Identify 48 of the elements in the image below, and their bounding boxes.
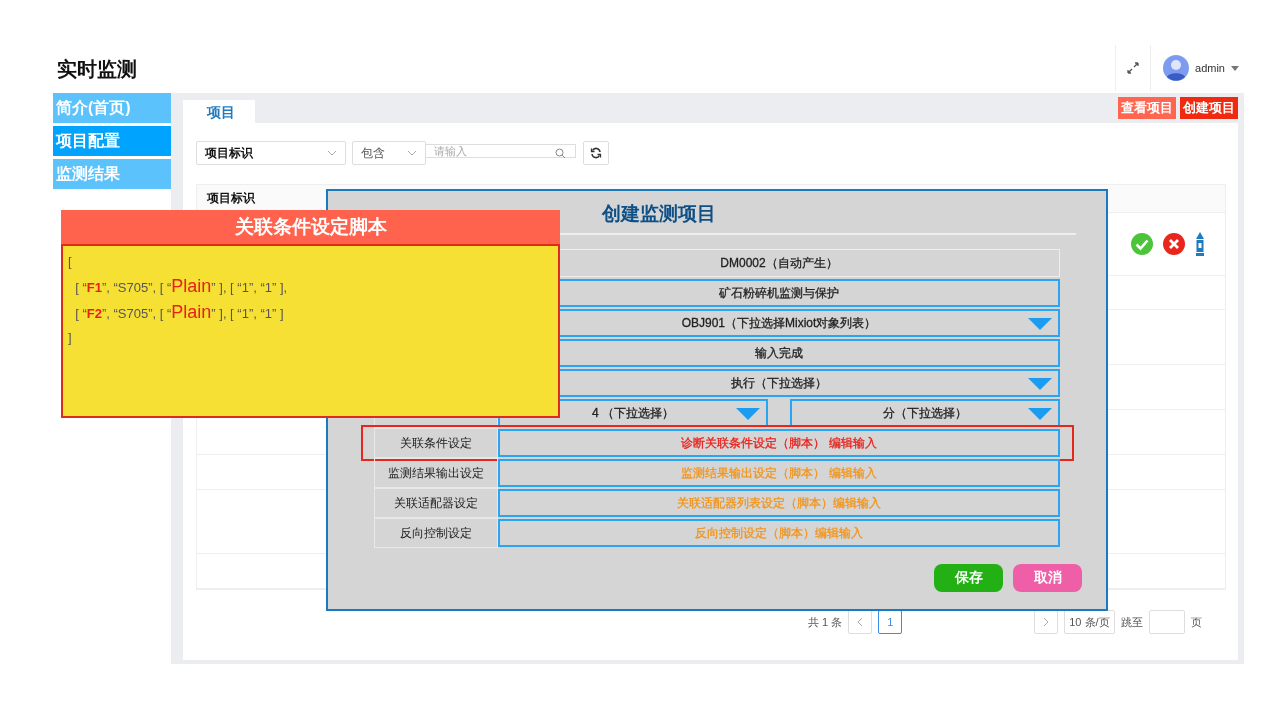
next-page-button[interactable]	[1034, 610, 1059, 634]
refresh-button[interactable]	[583, 141, 609, 165]
pen-icon[interactable]	[1195, 231, 1205, 256]
operator-select[interactable]: 包含	[352, 141, 426, 165]
code-line: [	[68, 253, 73, 271]
page-input[interactable]	[1148, 610, 1185, 634]
user-name[interactable]: admin	[1195, 62, 1225, 74]
caret-icon	[327, 150, 337, 156]
cancel-button[interactable]: 取消	[1013, 564, 1082, 592]
column-header: 项目标识	[207, 189, 255, 207]
code-line: ]	[68, 329, 73, 347]
prev-page-button[interactable]	[848, 610, 873, 634]
sidebar-item[interactable]: 项目配置	[53, 126, 171, 156]
dropdown-field[interactable]: 分（下拉选择）	[790, 399, 1060, 427]
dropdown-arrow-icon	[736, 408, 760, 420]
dropdown-arrow-icon	[1028, 318, 1052, 330]
row-label: 反向控制设定	[374, 518, 498, 548]
code-line: [ “F2”, “S705”, [ “Plain” ], [ “1”, “1” ]	[74, 301, 285, 324]
search-field[interactable]: 请输入	[426, 144, 576, 158]
dropdown-arrow-icon	[1028, 378, 1052, 390]
chevron-left-icon	[857, 617, 864, 627]
total-count: 共 1 条	[808, 614, 843, 630]
refresh-icon	[590, 147, 602, 159]
action-button[interactable]: 创建项目	[1180, 97, 1238, 119]
avatar-icon[interactable]	[1163, 55, 1190, 81]
page-size-select[interactable]: 10 条/页	[1064, 610, 1115, 634]
code-line: [ “F1”, “S705”, [ “Plain” ], [ “1”, “1” ],	[74, 275, 289, 298]
save-button[interactable]: 保存	[934, 564, 1003, 592]
close-icon[interactable]	[1163, 232, 1185, 255]
caret-icon[interactable]	[1231, 65, 1239, 71]
search-icon[interactable]	[555, 148, 566, 159]
tab[interactable]: 项目	[183, 100, 255, 123]
caret-icon	[407, 150, 417, 156]
page-label: 页	[1190, 614, 1202, 630]
jump-label: 跳至	[1120, 614, 1143, 630]
page-button[interactable]: 1	[878, 610, 903, 634]
chevron-right-icon	[1043, 617, 1050, 627]
action-button[interactable]: 查看项目	[1118, 97, 1176, 119]
expand-icon[interactable]	[1127, 62, 1140, 74]
row-label: 关联条件设定	[374, 428, 498, 458]
check-icon[interactable]	[1131, 232, 1153, 255]
row-label: 关联适配器设定	[374, 488, 498, 518]
popup-dialog-title: 关联条件设定脚本	[61, 210, 560, 244]
dropdown-arrow-icon	[1028, 408, 1052, 420]
page-title: 实时监测	[57, 57, 137, 82]
row-label: 监测结果输出设定	[374, 458, 498, 488]
input-field[interactable]: 诊断关联条件设定（脚本） 编辑输入	[498, 429, 1060, 457]
field-select[interactable]: 项目标识	[196, 141, 346, 165]
